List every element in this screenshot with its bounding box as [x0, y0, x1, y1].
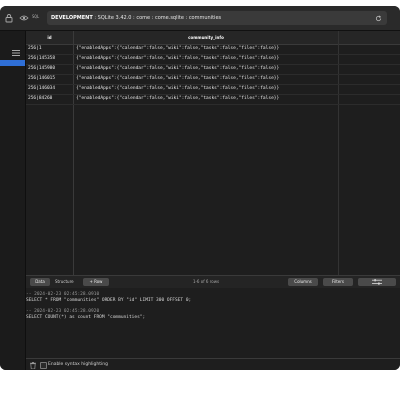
table-row[interactable]: 256|145358 {"enabledApps":{"calendar":fa…	[26, 55, 400, 65]
filters-button[interactable]: Filters	[323, 278, 353, 286]
lock-icon[interactable]	[4, 13, 14, 23]
log-comment: -- 2024-02-23 02:45:28.0910	[26, 292, 100, 297]
table-row[interactable]: 256|146015 {"enabledApps":{"calendar":fa…	[26, 75, 400, 85]
cell-community-info[interactable]: {"enabledApps":{"calendar":false,"wiki":…	[76, 86, 279, 91]
syntax-highlighting-label: Enable syntax highlighting	[48, 362, 108, 367]
title-bar: SQL DEVELOPMENT : SQLite 3.42.0 : come :…	[0, 6, 400, 31]
trash-icon[interactable]	[30, 362, 36, 369]
sidebar-item-selected[interactable]	[0, 60, 25, 66]
table-header: id community_info	[26, 31, 400, 45]
db-label: come	[136, 15, 151, 21]
sql-label: SQL	[32, 14, 40, 19]
sliders-icon	[372, 279, 382, 285]
list-icon[interactable]	[12, 50, 20, 56]
log-query: SELECT * FROM "communities" ORDER BY "id…	[26, 298, 192, 303]
table-body: 256|1 {"enabledApps":{"calendar":false,"…	[26, 45, 400, 105]
table-row[interactable]: 256|145980 {"enabledApps":{"calendar":fa…	[26, 65, 400, 75]
data-grid: id community_info 256|1 {"enabledApps":{…	[26, 31, 400, 275]
table-label: communities	[188, 15, 222, 21]
cell-community-info[interactable]: {"enabledApps":{"calendar":false,"wiki":…	[76, 46, 279, 51]
connection-bar[interactable]: DEVELOPMENT : SQLite 3.42.0 : come : com…	[47, 11, 387, 25]
table-row[interactable]: 256|146034 {"enabledApps":{"calendar":fa…	[26, 85, 400, 95]
eye-icon[interactable]	[19, 13, 29, 23]
log-query: SELECT COUNT(*) as count FROM "communiti…	[26, 315, 146, 320]
add-row-button[interactable]: + Row	[83, 278, 109, 286]
log-comment: -- 2024-02-23 02:45:28.0920	[26, 309, 100, 314]
cell-id[interactable]: 256|1	[28, 46, 42, 51]
table-row[interactable]: 256|84260 {"enabledApps":{"calendar":fal…	[26, 95, 400, 105]
refresh-icon[interactable]	[375, 15, 382, 22]
columns-button[interactable]: Columns	[288, 278, 318, 286]
row-count-label: 1-6 of 6 rows	[192, 279, 220, 284]
cell-id[interactable]: 256|146015	[28, 76, 55, 81]
cell-id[interactable]: 256|84260	[28, 96, 52, 101]
cell-id[interactable]: 256|145358	[28, 56, 55, 61]
settings-button[interactable]	[358, 278, 396, 286]
cell-community-info[interactable]: {"enabledApps":{"calendar":false,"wiki":…	[76, 96, 279, 101]
query-log[interactable]: -- 2024-02-23 02:45:28.0910 SELECT * FRO…	[26, 288, 400, 358]
app-window: SQL DEVELOPMENT : SQLite 3.42.0 : come :…	[0, 6, 400, 370]
file-label: come.sqlite	[154, 15, 184, 21]
cell-community-info[interactable]: {"enabledApps":{"calendar":false,"wiki":…	[76, 76, 279, 81]
syntax-highlighting-checkbox[interactable]	[40, 362, 47, 369]
bottom-toolbar: Data Structure + Row 1-6 of 6 rows Colum…	[26, 275, 400, 289]
cell-id[interactable]: 256|146034	[28, 86, 55, 91]
column-header-community-info[interactable]: community_info	[74, 31, 338, 44]
connection-info: DEVELOPMENT : SQLite 3.42.0 : come : com…	[51, 15, 222, 21]
env-label: DEVELOPMENT	[51, 15, 93, 21]
footer-bar: Enable syntax highlighting	[26, 358, 400, 370]
sidebar	[0, 31, 26, 370]
cell-community-info[interactable]: {"enabledApps":{"calendar":false,"wiki":…	[76, 56, 279, 61]
cell-id[interactable]: 256|145980	[28, 66, 55, 71]
table-row[interactable]: 256|1 {"enabledApps":{"calendar":false,"…	[26, 45, 400, 55]
data-tab-button[interactable]: Data	[30, 278, 50, 286]
structure-tab-button[interactable]: Structure	[55, 278, 74, 286]
column-header-id[interactable]: id	[26, 31, 73, 44]
version-label: SQLite 3.42.0	[97, 15, 132, 21]
cell-community-info[interactable]: {"enabledApps":{"calendar":false,"wiki":…	[76, 66, 279, 71]
